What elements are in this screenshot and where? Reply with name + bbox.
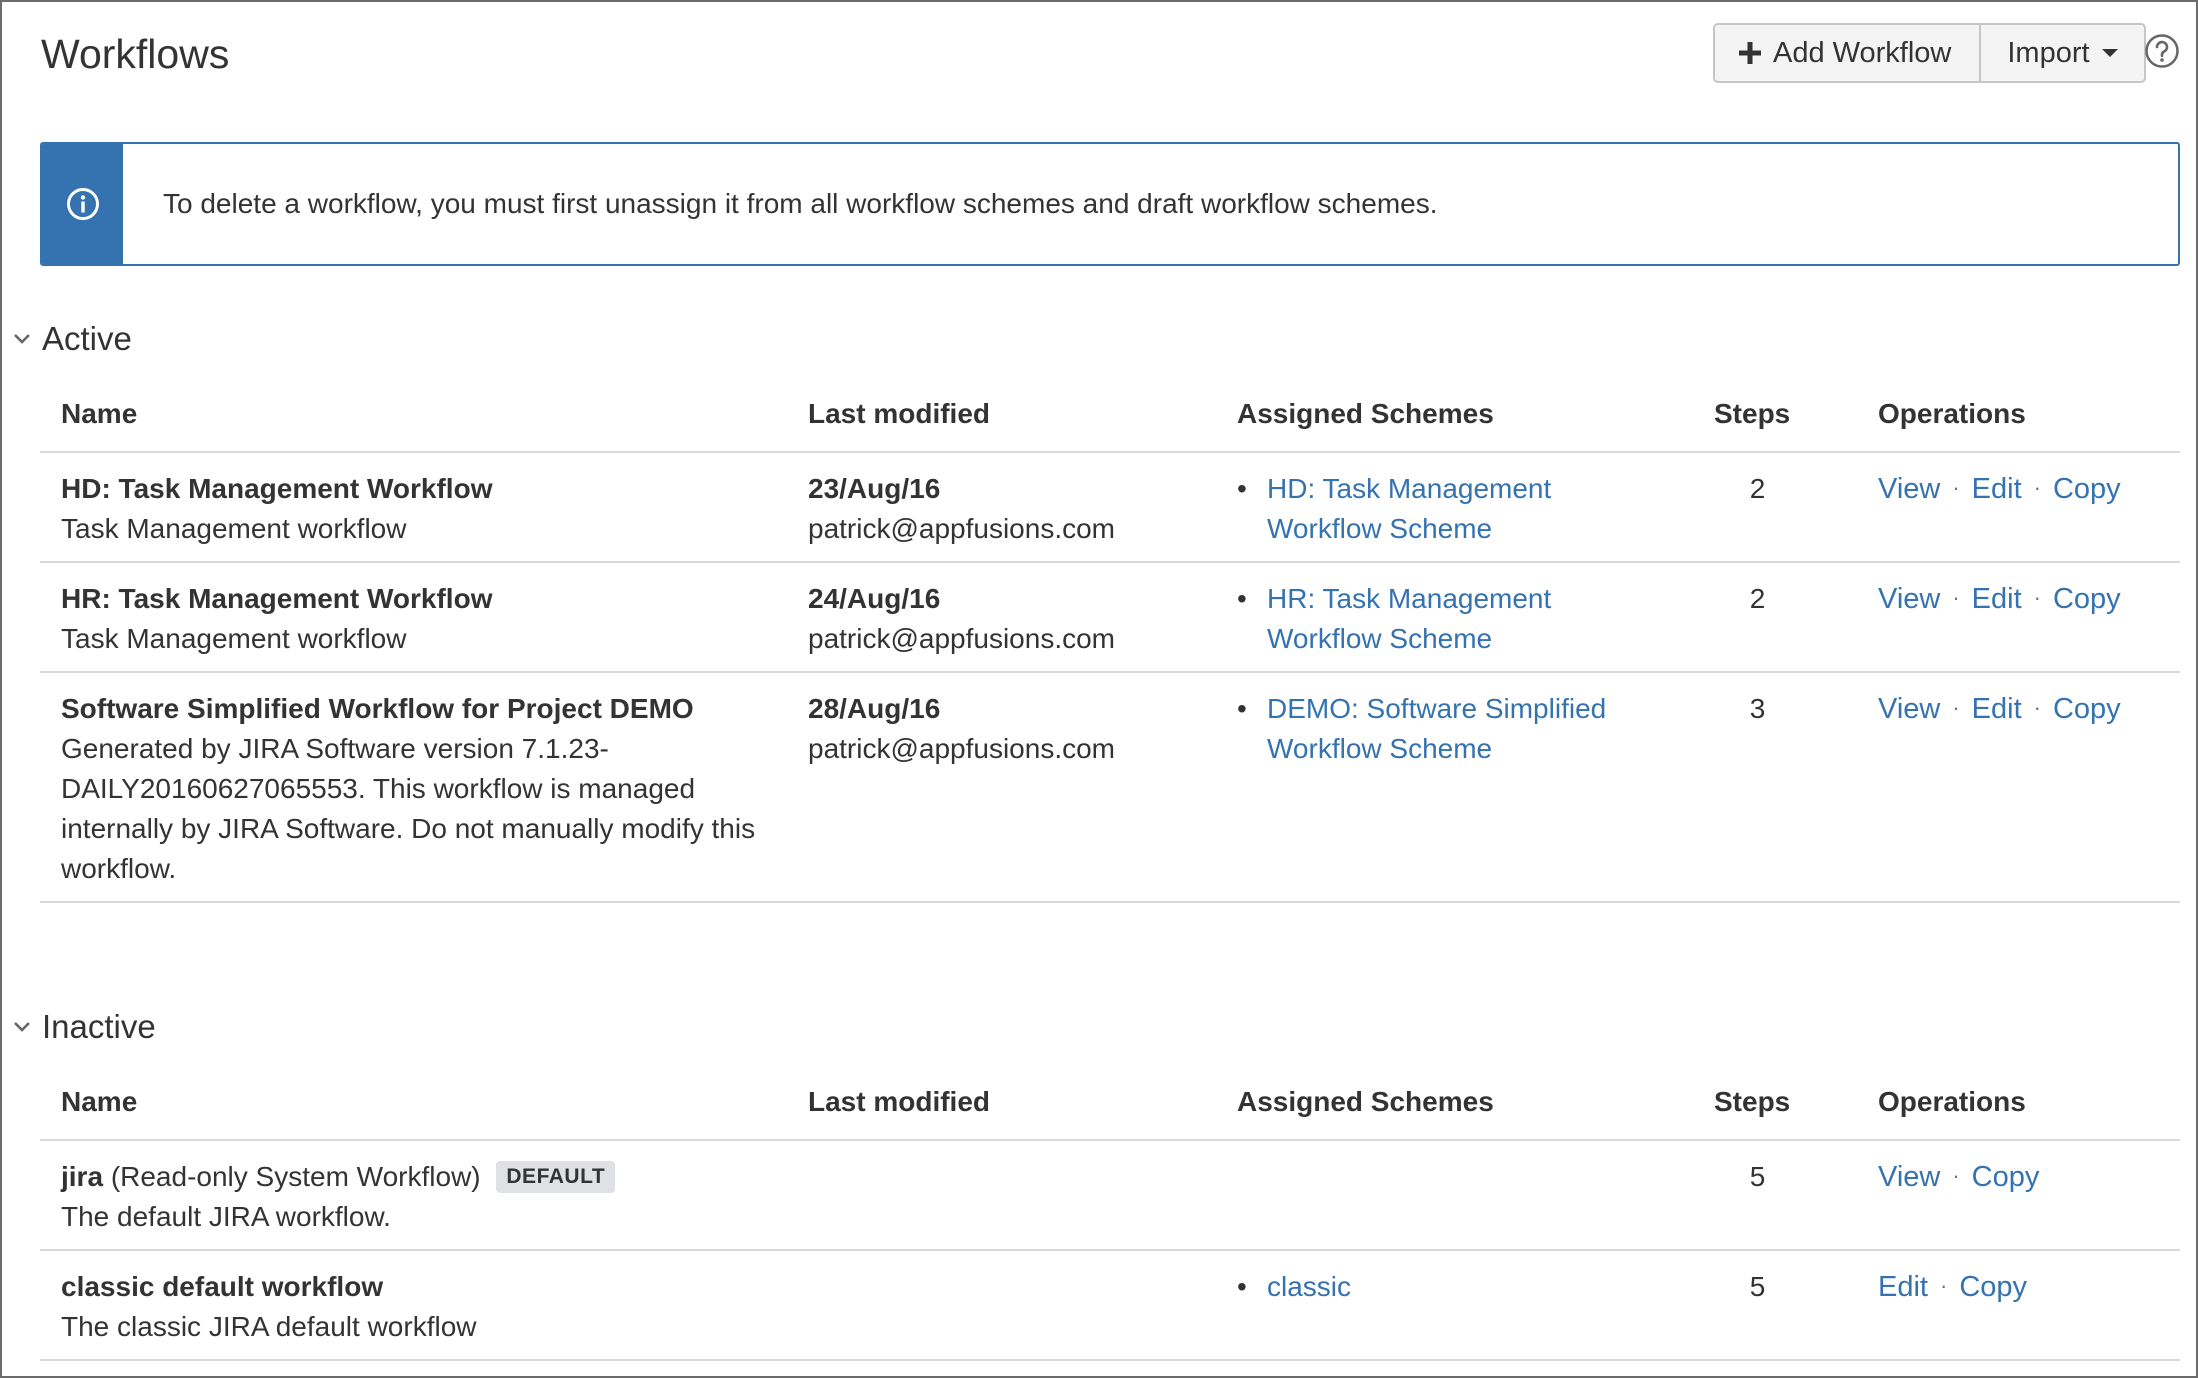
bullet: • — [1237, 473, 1247, 504]
table-row: jira (Read-only System Workflow) DEFAULT… — [40, 1141, 2180, 1251]
workflows-page: Workflows Add Workflow Import To delete … — [0, 0, 2198, 1378]
table-header: Name Last modified Assigned Schemes Step… — [40, 377, 2180, 453]
column-header-steps: Steps — [1714, 398, 1791, 429]
operations: Edit · Copy — [1878, 1271, 2028, 1303]
modified-by: patrick@appfusions.com — [808, 513, 1116, 544]
steps-count: 5 — [1749, 1271, 1766, 1302]
chevron-down-icon — [14, 1022, 30, 1032]
workflow-name: classic default workflow — [61, 1271, 384, 1302]
workflow-name: HD: Task Management Workflow — [61, 473, 493, 504]
scheme-link[interactable]: DEMO: Software Simplified Workflow Scheme — [1267, 689, 1606, 769]
edit-link[interactable]: Edit — [1972, 473, 2022, 505]
workflow-description-line: Generated by JIRA Software version 7.1.2… — [61, 733, 609, 764]
header-button-group: Add Workflow Import — [1713, 23, 2146, 83]
steps-count: 5 — [1749, 1161, 1766, 1192]
default-badge: DEFAULT — [496, 1161, 616, 1193]
workflow-name: jira — [61, 1161, 104, 1192]
scheme-link[interactable]: HR: Task Management Workflow Scheme — [1267, 579, 1551, 659]
inactive-workflows-table: Name Last modified Assigned Schemes Step… — [40, 1065, 2180, 1361]
workflow-description-line: DAILY20160627065553. This workflow is ma… — [61, 773, 696, 804]
info-message: To delete a workflow, you must first una… — [40, 142, 2180, 266]
operations: View · Edit · Copy — [1878, 693, 2121, 725]
edit-link[interactable]: Edit — [1972, 583, 2022, 615]
import-dropdown-button[interactable]: Import — [1979, 25, 2143, 81]
operations: View · Copy — [1878, 1161, 2040, 1193]
help-icon[interactable] — [2144, 33, 2180, 69]
table-row: classic default workflow The classic JIR… — [40, 1251, 2180, 1361]
add-workflow-button[interactable]: Add Workflow — [1715, 25, 1979, 81]
table-row: HR: Task Management Workflow Task Manage… — [40, 563, 2180, 673]
column-header-operations: Operations — [1878, 1086, 2026, 1117]
page-title: Workflows — [41, 31, 230, 77]
table-row: Software Simplified Workflow for Project… — [40, 673, 2180, 903]
workflow-description-line: workflow. — [61, 853, 177, 884]
steps-count: 2 — [1749, 473, 1766, 504]
column-header-assigned-schemes: Assigned Schemes — [1237, 1086, 1494, 1117]
bullet: • — [1237, 1271, 1247, 1302]
copy-link[interactable]: Copy — [1959, 1271, 2027, 1303]
scheme-link[interactable]: HD: Task Management Workflow Scheme — [1267, 469, 1551, 549]
workflow-description: Task Management workflow — [61, 513, 407, 544]
operations: View · Edit · Copy — [1878, 583, 2121, 615]
view-link[interactable]: View — [1878, 693, 1940, 725]
copy-link[interactable]: Copy — [2053, 583, 2121, 615]
chevron-down-icon — [14, 334, 30, 344]
edit-link[interactable]: Edit — [1972, 693, 2022, 725]
bullet: • — [1237, 583, 1247, 614]
workflow-description: The default JIRA workflow. — [61, 1201, 391, 1232]
column-header-operations: Operations — [1878, 398, 2026, 429]
caret-down-icon — [2101, 49, 2118, 57]
steps-count: 2 — [1749, 583, 1766, 614]
workflow-description-line: internally by JIRA Software. Do not manu… — [61, 813, 756, 844]
workflow-description: The classic JIRA default workflow — [61, 1311, 477, 1342]
bullet: • — [1237, 693, 1247, 724]
column-header-name: Name — [61, 1086, 138, 1117]
modified-by: patrick@appfusions.com — [808, 733, 1116, 764]
section-toggle-active[interactable]: Active — [12, 320, 132, 358]
column-header-name: Name — [61, 398, 138, 429]
import-label: Import — [2007, 36, 2090, 69]
table-header: Name Last modified Assigned Schemes Step… — [40, 1065, 2180, 1141]
modified-date: 24/Aug/16 — [808, 583, 941, 614]
edit-link[interactable]: Edit — [1878, 1271, 1928, 1303]
column-header-last-modified: Last modified — [808, 1086, 991, 1117]
copy-link[interactable]: Copy — [2053, 473, 2121, 505]
info-sidebar — [42, 144, 123, 264]
column-header-steps: Steps — [1714, 1086, 1791, 1117]
steps-count: 3 — [1749, 693, 1766, 724]
workflow-name: Software Simplified Workflow for Project… — [61, 693, 694, 724]
workflow-description: Task Management workflow — [61, 623, 407, 654]
section-label-active: Active — [42, 320, 132, 357]
info-text: To delete a workflow, you must first una… — [163, 188, 1438, 219]
copy-link[interactable]: Copy — [1972, 1161, 2040, 1193]
plus-icon — [1739, 42, 1761, 64]
view-link[interactable]: View — [1878, 473, 1940, 505]
operations: View · Edit · Copy — [1878, 473, 2121, 505]
table-row: HD: Task Management Workflow Task Manage… — [40, 453, 2180, 563]
scheme-link[interactable]: classic — [1267, 1267, 1351, 1307]
workflow-name: HR: Task Management Workflow — [61, 583, 493, 614]
info-icon — [66, 188, 99, 220]
workflow-name-suffix: (Read-only System Workflow) — [110, 1161, 481, 1192]
section-toggle-inactive[interactable]: Inactive — [12, 1008, 156, 1046]
modified-date: 23/Aug/16 — [808, 473, 941, 504]
view-link[interactable]: View — [1878, 1161, 1940, 1193]
section-label-inactive: Inactive — [42, 1008, 156, 1045]
add-workflow-label: Add Workflow — [1773, 36, 1952, 69]
copy-link[interactable]: Copy — [2053, 693, 2121, 725]
active-workflows-table: Name Last modified Assigned Schemes Step… — [40, 377, 2180, 903]
column-header-assigned-schemes: Assigned Schemes — [1237, 398, 1494, 429]
column-header-last-modified: Last modified — [808, 398, 991, 429]
modified-date: 28/Aug/16 — [808, 693, 941, 724]
view-link[interactable]: View — [1878, 583, 1940, 615]
modified-by: patrick@appfusions.com — [808, 623, 1116, 654]
